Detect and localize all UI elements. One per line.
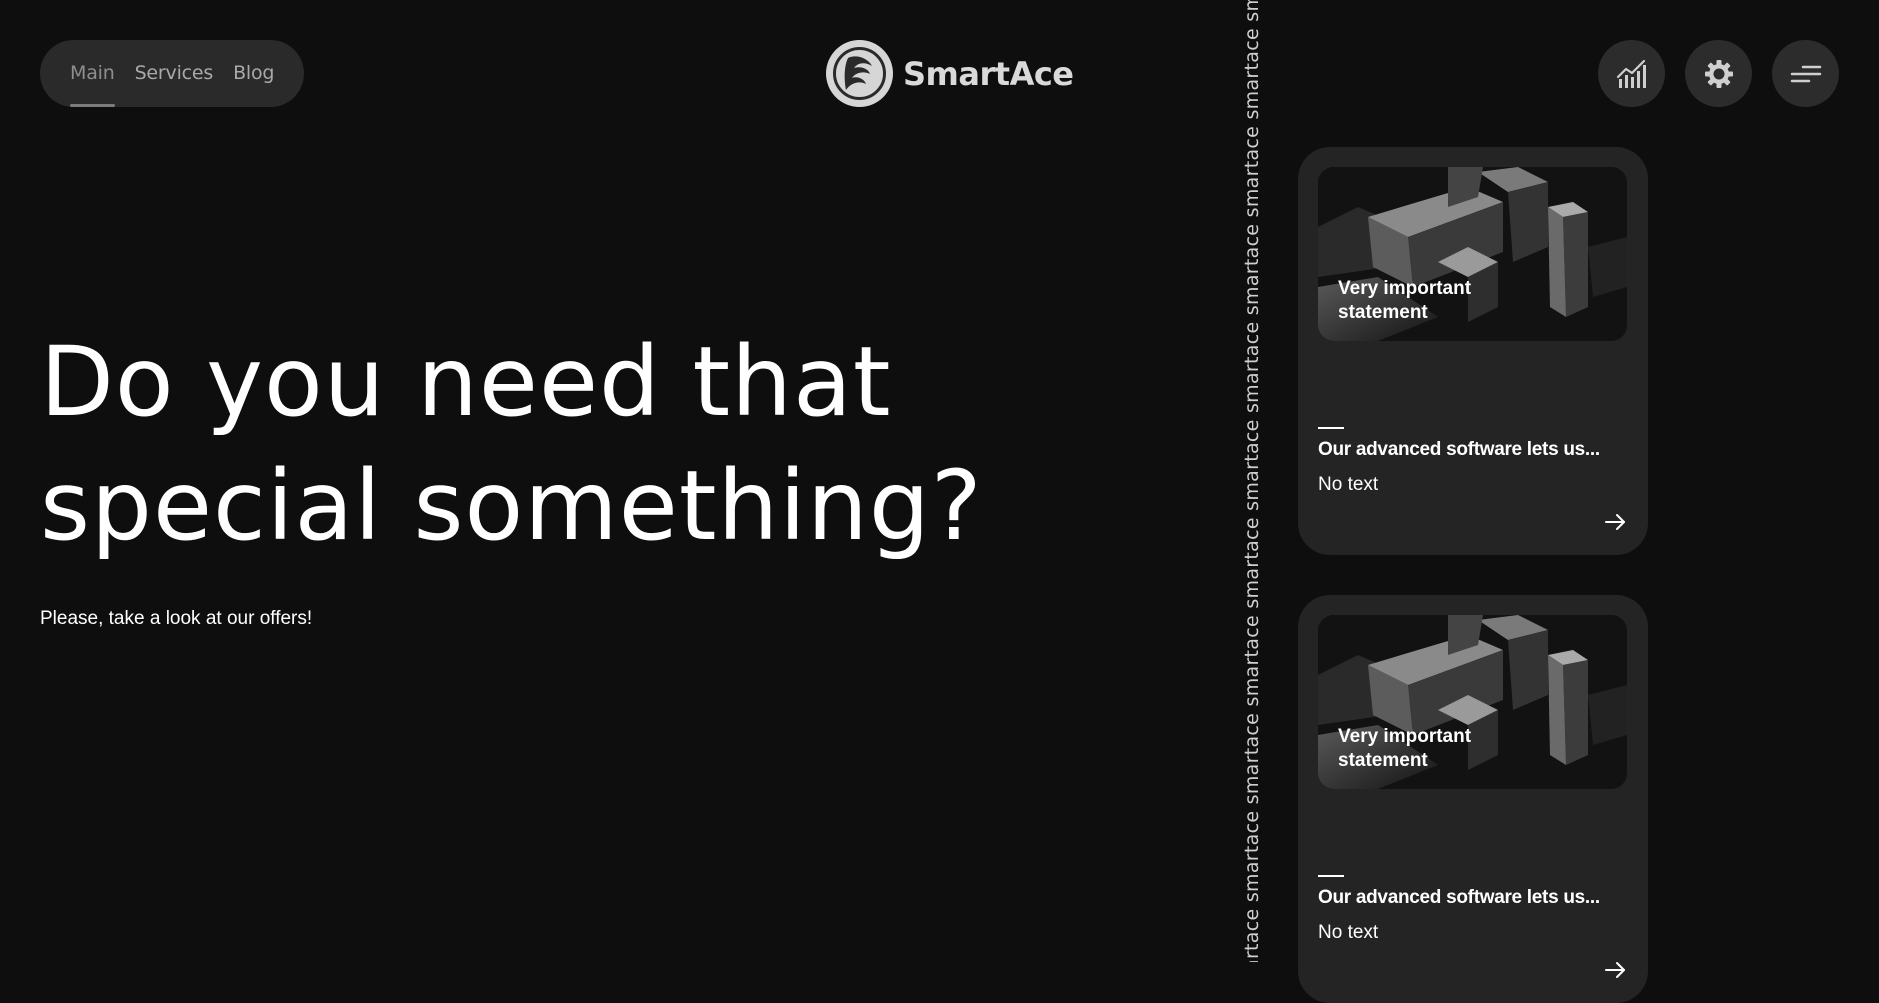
logo-mark-icon <box>826 40 893 107</box>
settings-button[interactable] <box>1685 40 1752 107</box>
card-image: Very important statement <box>1318 615 1627 789</box>
main-nav: Main Services Blog <box>40 40 305 107</box>
gear-icon <box>1704 59 1733 88</box>
logo-text: SmartAce <box>903 54 1074 93</box>
card-text: No text <box>1318 474 1379 495</box>
service-card[interactable]: Very important statement Our advanced so… <box>1298 147 1648 555</box>
card-title: Our advanced software lets us... <box>1318 887 1600 908</box>
service-card[interactable]: Very important statement Our advanced so… <box>1298 595 1648 1003</box>
stats-button[interactable] <box>1598 40 1665 107</box>
menu-button[interactable] <box>1772 40 1839 107</box>
card-image: Very important statement <box>1318 167 1627 341</box>
hero-title: Do you need that special something? <box>40 326 983 562</box>
card-image-label: Very important statement <box>1338 726 1472 771</box>
vertical-marquee: smartace smartace smartace smartace smar… <box>1236 0 1268 962</box>
card-image-label: Very important statement <box>1338 278 1472 323</box>
card-divider <box>1318 875 1344 877</box>
card-divider <box>1318 427 1344 429</box>
nav-item-blog[interactable]: Blog <box>233 40 274 107</box>
arrow-right-icon[interactable] <box>1604 513 1626 531</box>
arrow-right-icon[interactable] <box>1604 961 1626 979</box>
card-title: Our advanced software lets us... <box>1318 439 1600 460</box>
marquee-text: smartace smartace smartace smartace smar… <box>1241 0 1263 962</box>
nav-item-main[interactable]: Main <box>70 40 115 107</box>
card-text: No text <box>1318 922 1379 943</box>
chart-icon <box>1616 59 1646 88</box>
hero-subtitle: Please, take a look at our offers! <box>40 608 313 629</box>
logo[interactable]: SmartAce <box>826 40 1074 107</box>
menu-icon <box>1790 65 1821 82</box>
nav-item-services[interactable]: Services <box>135 40 214 107</box>
